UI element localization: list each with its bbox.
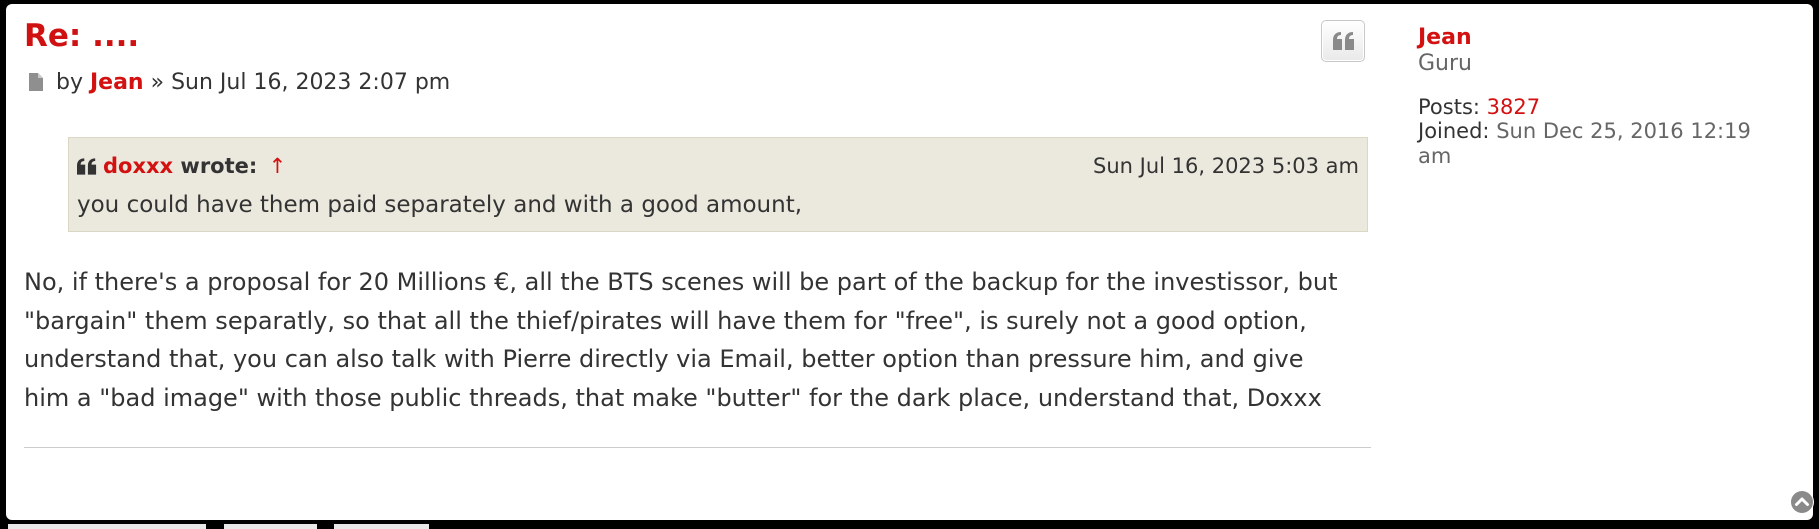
circle-chevron-up-icon xyxy=(1791,491,1813,513)
profile-username-link[interactable]: Jean xyxy=(1418,24,1472,52)
toolbar-button-edge[interactable] xyxy=(224,524,317,529)
joined-label: Joined: xyxy=(1418,119,1490,143)
quote-icon xyxy=(1333,32,1354,50)
toolbar-button-edge[interactable] xyxy=(334,524,429,529)
post-author-line: by Jean » Sun Jul 16, 2023 2:07 pm xyxy=(24,68,450,98)
post-date: Sun Jul 16, 2023 2:07 pm xyxy=(171,70,451,95)
profile-joined: Joined: Sun Dec 25, 2016 12:19 am xyxy=(1418,119,1778,169)
author-date-separator: » xyxy=(150,70,165,95)
by-label: by xyxy=(56,70,83,95)
wrote-label: wrote: xyxy=(180,154,258,178)
post-title[interactable]: Re: .... xyxy=(24,18,139,55)
quote-text: you could have them paid separately and … xyxy=(77,192,803,218)
blockquote: doxxx wrote: ↑ Sun Jul 16, 2023 5:03 am … xyxy=(68,137,1368,232)
quote-author-link[interactable]: doxxx xyxy=(103,154,173,178)
back-to-top-button[interactable] xyxy=(1790,490,1814,514)
toolbar-button-edge[interactable] xyxy=(8,524,206,529)
quote-date: Sun Jul 16, 2023 5:03 am xyxy=(1093,154,1359,178)
post-body-line: "bargain" them separatly, so that all th… xyxy=(24,306,1307,335)
profile-posts: Posts: 3827 xyxy=(1418,94,1540,120)
post-divider xyxy=(24,447,1371,448)
post-body-line: No, if there's a proposal for 20 Million… xyxy=(24,268,1338,296)
posts-count-link[interactable]: 3827 xyxy=(1487,95,1540,119)
jump-to-quoted-post-link[interactable]: ↑ xyxy=(269,154,287,178)
file-icon[interactable] xyxy=(28,70,44,91)
quote-button[interactable] xyxy=(1321,20,1365,62)
post-panel: Re: .... by Jean » Sun Jul 16, 2023 2:07… xyxy=(6,4,1814,520)
profile-rank: Guru xyxy=(1418,51,1472,76)
post-body-line: understand that, you can also talk with … xyxy=(24,345,1304,373)
quote-icon xyxy=(77,158,97,175)
posts-label: Posts: xyxy=(1418,95,1480,119)
post-author-link[interactable]: Jean xyxy=(90,70,144,95)
post-body: No, if there's a proposal for 20 Million… xyxy=(24,263,1384,417)
post-body-line: him a "bad image" with those public thre… xyxy=(24,383,1322,412)
quote-citation: doxxx wrote: ↑ xyxy=(77,152,286,180)
